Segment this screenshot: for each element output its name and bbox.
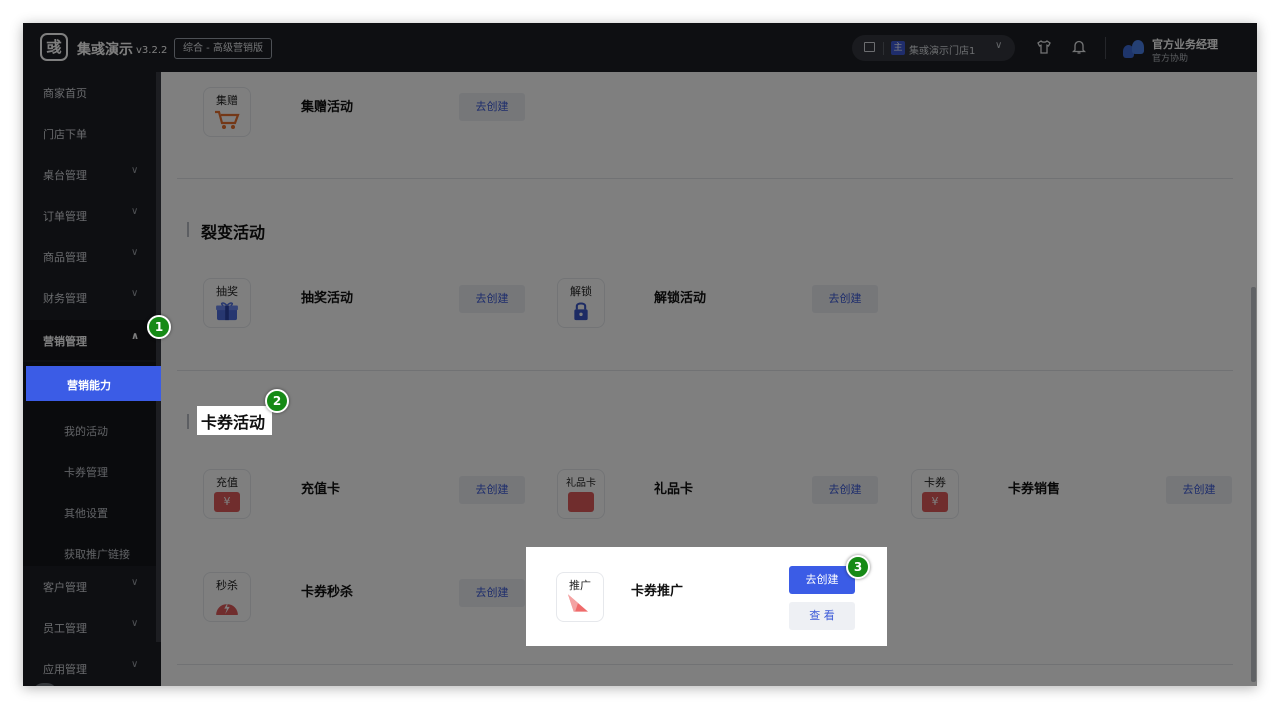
view-button[interactable]: 查 看 — [789, 602, 855, 630]
highlight-coupon-promotion: 推广 卡券推广 去创建 查 看 — [526, 547, 887, 646]
step-marker-2: 2 — [265, 389, 289, 413]
tile-icon-coupon-promotion: 推广 — [556, 572, 604, 622]
highlight-card-section-title: 卡券活动 — [197, 406, 272, 435]
tile-name: 卡券推广 — [631, 584, 684, 599]
sidebar-subitem-marketing-capability[interactable]: 营销能力 — [26, 366, 161, 401]
section-title-card: 卡券活动 — [201, 413, 266, 432]
step-marker-1: 1 — [147, 315, 171, 339]
tile-icon-label: 推广 — [569, 579, 591, 592]
app-window: 彧 集彧演示 v3.2.2 综合 - 高级营销版 主 集彧演示门店1 ∨ 官方业… — [23, 23, 1257, 686]
step-marker-3: 3 — [846, 555, 870, 579]
create-button[interactable]: 去创建 — [789, 566, 855, 594]
sidebar-item-label: 营销能力 — [67, 379, 111, 392]
